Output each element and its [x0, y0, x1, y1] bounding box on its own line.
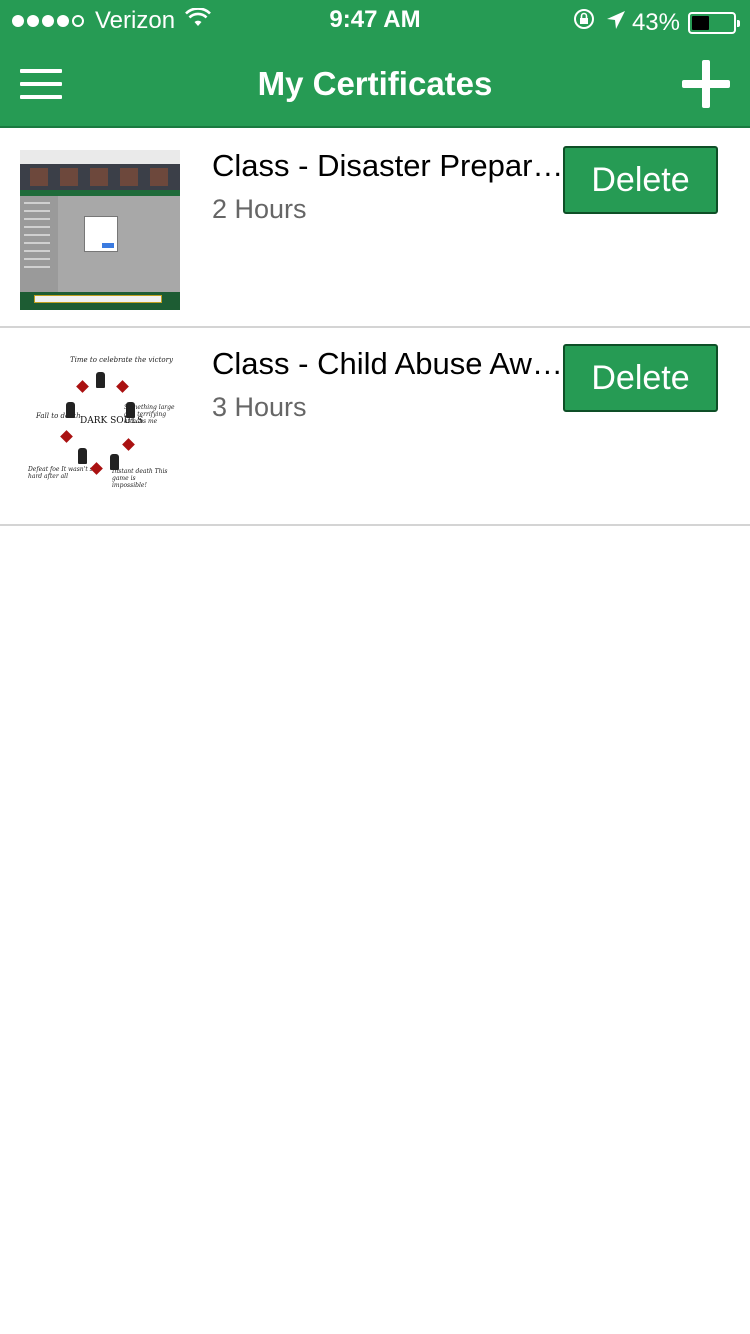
battery-percent: 43% — [631, 8, 680, 36]
certificate-thumbnail — [20, 150, 180, 310]
battery-icon — [688, 11, 740, 34]
certificate-thumbnail: Time to celebrate the victory Something … — [20, 348, 180, 508]
certificate-hours: 2 Hours — [212, 194, 307, 224]
thumbnail-caption-top: Time to celebrate the victory — [70, 356, 173, 364]
add-certificate-plus-icon[interactable] — [682, 60, 730, 108]
certificate-row[interactable]: Time to celebrate the victory Something … — [0, 328, 750, 526]
certificate-row[interactable]: Class - Disaster Preparedness 2 Hours De… — [0, 130, 750, 328]
certificate-title: Class - Disaster Preparedness — [212, 148, 564, 183]
nav-bar: My Certificates — [0, 40, 750, 128]
certificate-list: Class - Disaster Preparedness 2 Hours De… — [0, 130, 750, 526]
certificate-hours: 3 Hours — [212, 392, 307, 422]
thumbnail-caption-bottom-left: Defeat foe It wasn't so hard after all — [28, 466, 97, 480]
certificate-title: Class - Child Abuse Awareness — [212, 346, 564, 381]
orientation-lock-icon — [572, 7, 596, 38]
page-title: My Certificates — [257, 65, 493, 102]
delete-button[interactable]: Delete — [563, 344, 718, 412]
delete-button[interactable]: Delete — [563, 146, 718, 214]
status-bar: Verizon 9:47 AM 43% — [0, 0, 750, 40]
thumbnail-caption-bottom-right: Instant death This game is impossible! — [112, 468, 168, 489]
status-right: 43% — [572, 7, 740, 38]
location-arrow-icon — [606, 9, 626, 37]
